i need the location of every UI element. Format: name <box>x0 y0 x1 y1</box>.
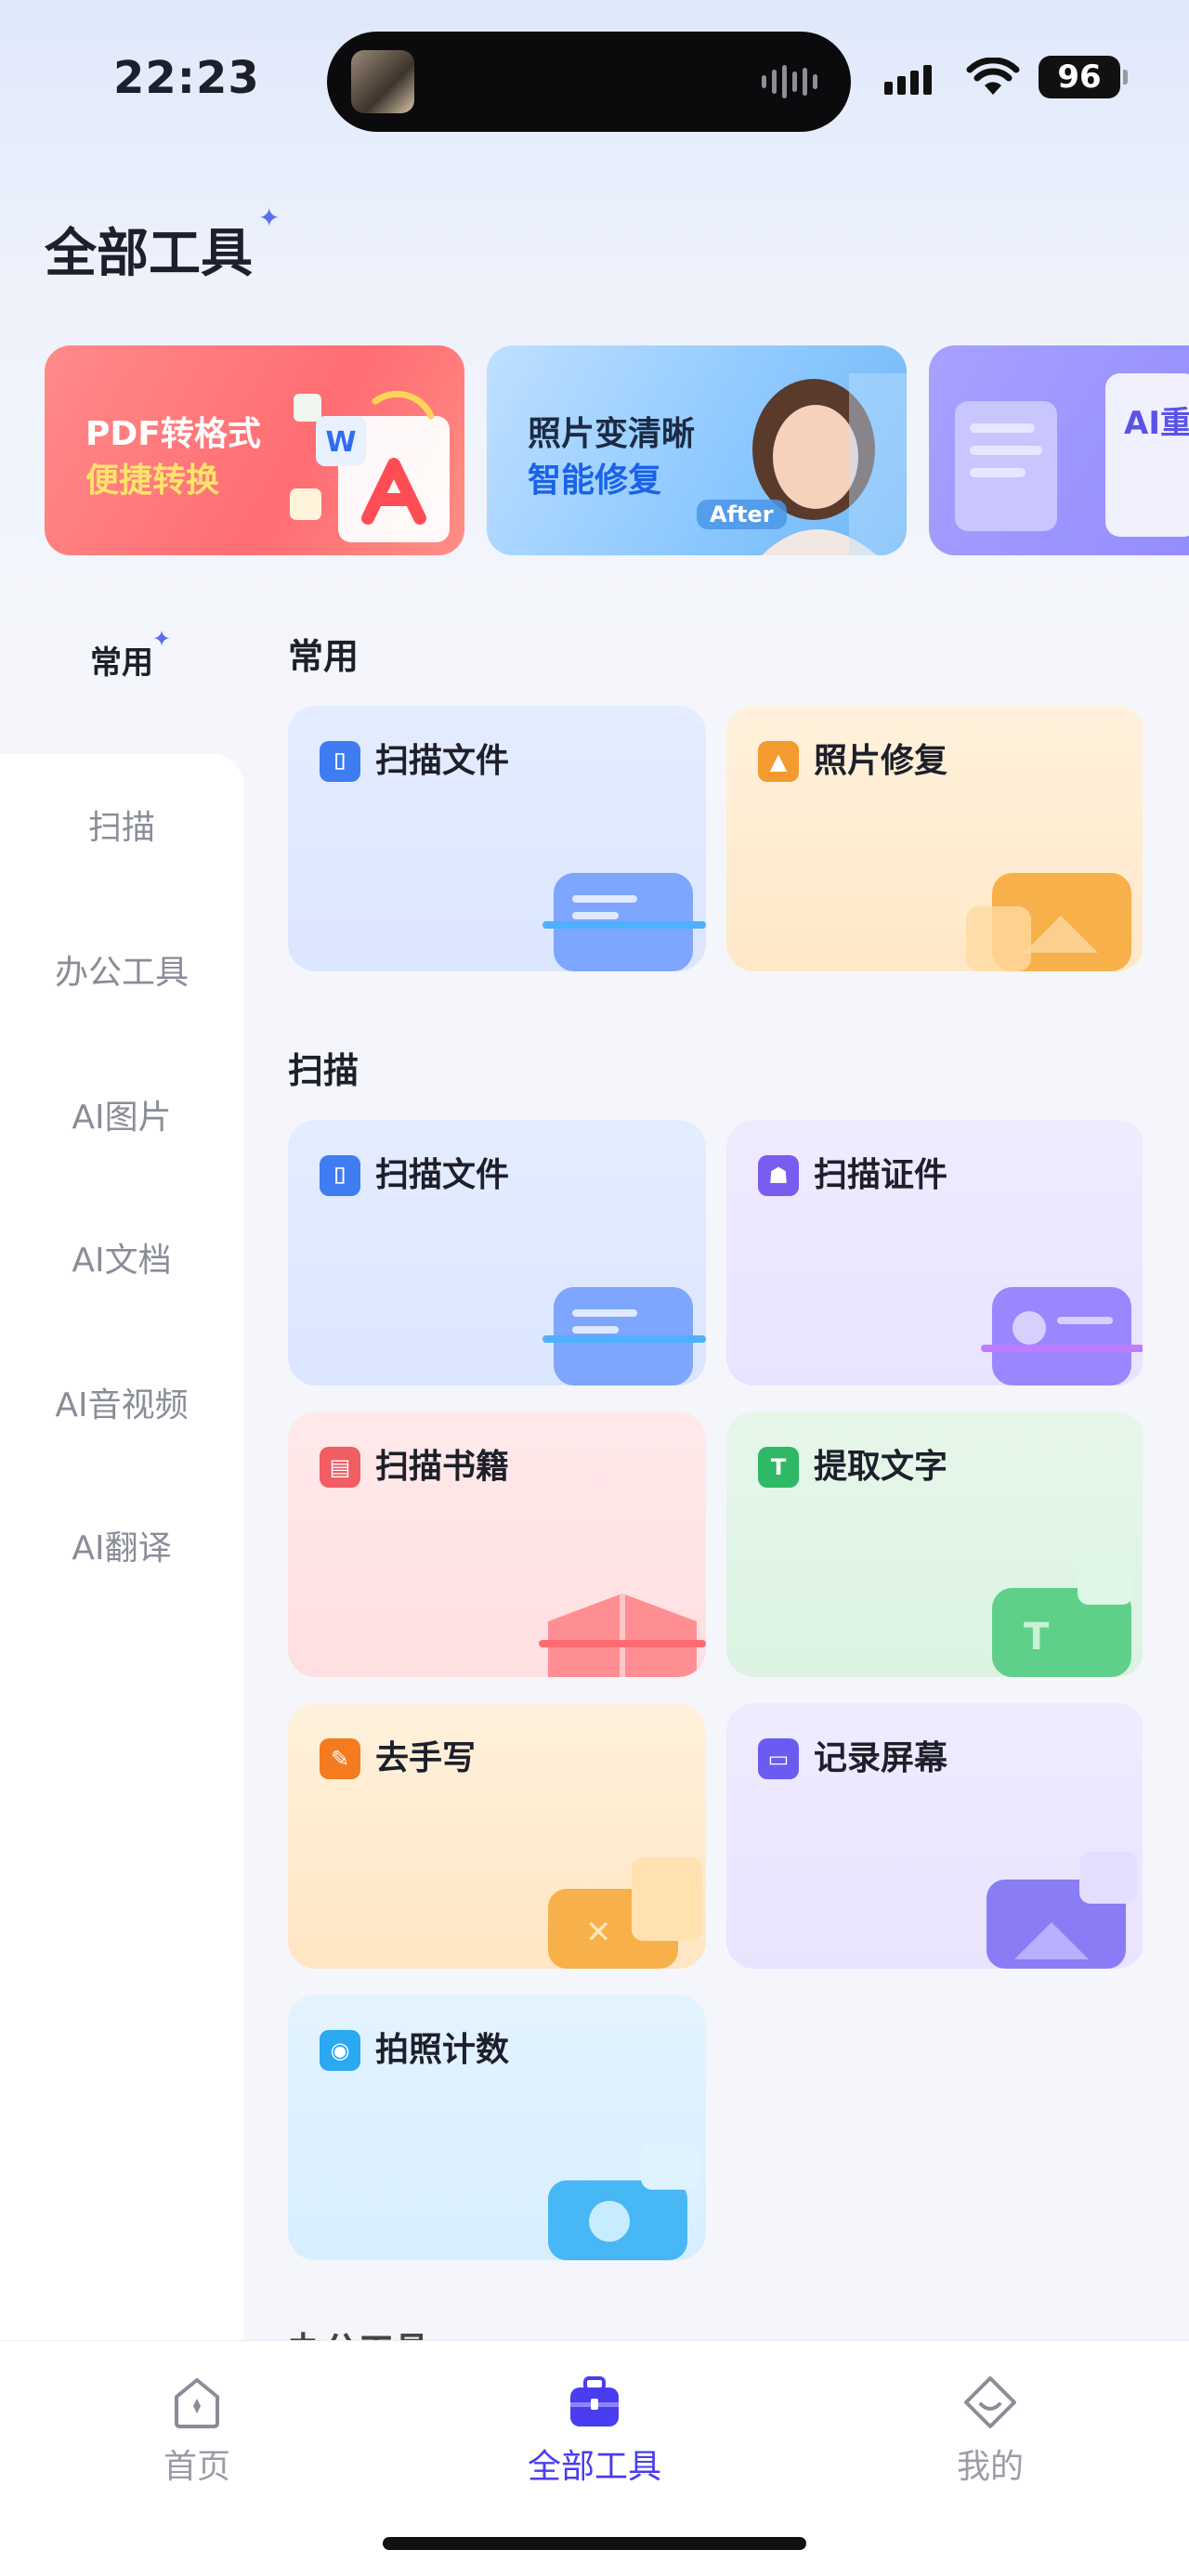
tab-all-tools[interactable]: 全部工具 <box>492 2373 697 2488</box>
photo-repair-illustration <box>966 873 1131 971</box>
photo-count-illustration <box>548 2143 700 2260</box>
scan-file-illustration <box>542 873 706 971</box>
tool-label: 扫描文件 <box>375 742 510 780</box>
home-indicator[interactable] <box>383 2537 806 2550</box>
tool-label: 提取文字 <box>814 1448 948 1486</box>
scan-frame-icon: ⌷ <box>320 741 360 782</box>
battery-indicator: 96 <box>1039 56 1128 98</box>
audio-waveform-icon <box>762 65 817 98</box>
toolbox-icon <box>570 2376 619 2426</box>
banner-pdf-convert[interactable]: PDF转格式 便捷转换 W <box>45 345 464 555</box>
sidebar-item-ai-image[interactable]: AI图片 <box>0 1090 243 1138</box>
svg-text:✕: ✕ <box>585 1914 612 1951</box>
banner-carousel[interactable]: PDF转格式 便捷转换 W 照片变清晰 智能修复 After AI重 <box>45 345 1189 555</box>
scan-frame-icon: ⌷ <box>320 1155 360 1196</box>
sidebar-item-office[interactable]: 办公工具 <box>0 945 243 994</box>
after-tag: After <box>697 500 787 529</box>
tab-label: 全部工具 <box>527 2448 661 2486</box>
cellular-signal-icon <box>884 65 932 95</box>
svg-text:T: T <box>1024 1616 1050 1659</box>
page-title: 全部工具 <box>45 224 253 284</box>
photo-repair-icon: ▲ <box>758 741 799 782</box>
tool-card-remove-handwriting[interactable]: ✎ 去手写 ✕ <box>288 1703 706 1969</box>
document-icon <box>955 401 1057 531</box>
banner-subtitle: 智能修复 <box>528 462 662 500</box>
banner-title: PDF转格式 <box>85 415 261 453</box>
home-icon <box>175 2378 219 2428</box>
tool-label: 照片修复 <box>814 742 948 780</box>
sidebar-item-ai-translate[interactable]: AI翻译 <box>0 1521 243 1569</box>
dynamic-island[interactable] <box>327 32 851 132</box>
tab-label: 首页 <box>163 2448 230 2486</box>
wifi-icon <box>966 58 1020 95</box>
book-icon: ▤ <box>320 1447 360 1488</box>
tool-card-photo-repair[interactable]: ▲ 照片修复 <box>726 706 1143 971</box>
scan-id-illustration <box>981 1287 1143 1386</box>
banner-title: 照片变清晰 <box>528 415 696 453</box>
tab-profile[interactable]: 我的 <box>888 2373 1092 2488</box>
tab-label: 我的 <box>956 2448 1024 2486</box>
tool-label: 去手写 <box>375 1739 477 1777</box>
record-screen-illustration <box>986 1852 1137 1969</box>
section-title-common: 常用 <box>288 636 359 677</box>
id-card-icon: ☗ <box>758 1155 799 1196</box>
tool-list[interactable]: 常用 ⌷ 扫描文件 ▲ 照片修复 扫描 ⌷ 扫描文件 ☗ 扫描证件 ▤ 扫描书籍… <box>288 594 1143 2340</box>
section-title-scan: 扫描 <box>288 1050 359 1091</box>
tool-label: 记录屏幕 <box>814 1739 948 1777</box>
remove-handwriting-illustration: ✕ <box>548 1857 702 1969</box>
banner-title: AI重 <box>1124 405 1189 442</box>
tool-card-extract-text[interactable]: T 提取文字 T <box>726 1412 1143 1677</box>
profile-icon <box>964 2376 1016 2428</box>
tool-card-scan-file[interactable]: ⌷ 扫描文件 <box>288 706 706 971</box>
sparkle-icon: ✦ <box>258 202 281 233</box>
tool-label: 拍照计数 <box>375 2031 510 2069</box>
tab-home[interactable]: 首页 <box>95 2373 299 2488</box>
scan-file-illustration <box>542 1287 706 1386</box>
pdf-convert-illustration: W <box>290 390 450 542</box>
banner-photo-enhance[interactable]: 照片变清晰 智能修复 After <box>487 345 907 555</box>
banner-subtitle: 便捷转换 <box>85 462 220 500</box>
tool-card-scan-book[interactable]: ▤ 扫描书籍 <box>288 1412 706 1677</box>
sidebar-item-common[interactable]: 常用 <box>0 637 243 683</box>
tool-card-scan-file[interactable]: ⌷ 扫描文件 <box>288 1120 706 1386</box>
category-sidebar: 常用 ✦ 扫描 办公工具 AI图片 AI文档 AI音视频 AI翻译 <box>0 594 243 2340</box>
text-extract-icon: T <box>758 1447 799 1488</box>
sidebar-item-ai-document[interactable]: AI文档 <box>0 1233 243 1281</box>
section-title-office: 办公工具 <box>288 2322 429 2340</box>
status-time: 22:23 <box>113 52 260 104</box>
sidebar-item-scan[interactable]: 扫描 <box>0 800 243 849</box>
photo-count-icon: ◉ <box>320 2030 360 2071</box>
sidebar-item-ai-audio-video[interactable]: AI音视频 <box>0 1378 243 1426</box>
extract-text-illustration: T <box>992 1556 1133 1677</box>
screen-record-icon: ▭ <box>758 1738 799 1779</box>
tool-label: 扫描书籍 <box>375 1448 510 1486</box>
tool-label: 扫描证件 <box>814 1156 948 1194</box>
sparkle-icon: ✦ <box>152 626 172 652</box>
tool-card-photo-count[interactable]: ◉ 拍照计数 <box>288 1995 706 2260</box>
svg-text:W: W <box>325 426 356 459</box>
tool-card-record-screen[interactable]: ▭ 记录屏幕 <box>726 1703 1143 1969</box>
status-bar: 22:23 96 <box>0 0 1189 139</box>
tool-label: 扫描文件 <box>375 1156 510 1194</box>
tool-card-scan-id[interactable]: ☗ 扫描证件 <box>726 1120 1143 1386</box>
handwriting-erase-icon: ✎ <box>320 1738 360 1779</box>
now-playing-artwork <box>351 50 414 113</box>
banner-ai[interactable]: AI重 <box>929 345 1189 555</box>
scan-book-illustration <box>539 1594 706 1677</box>
